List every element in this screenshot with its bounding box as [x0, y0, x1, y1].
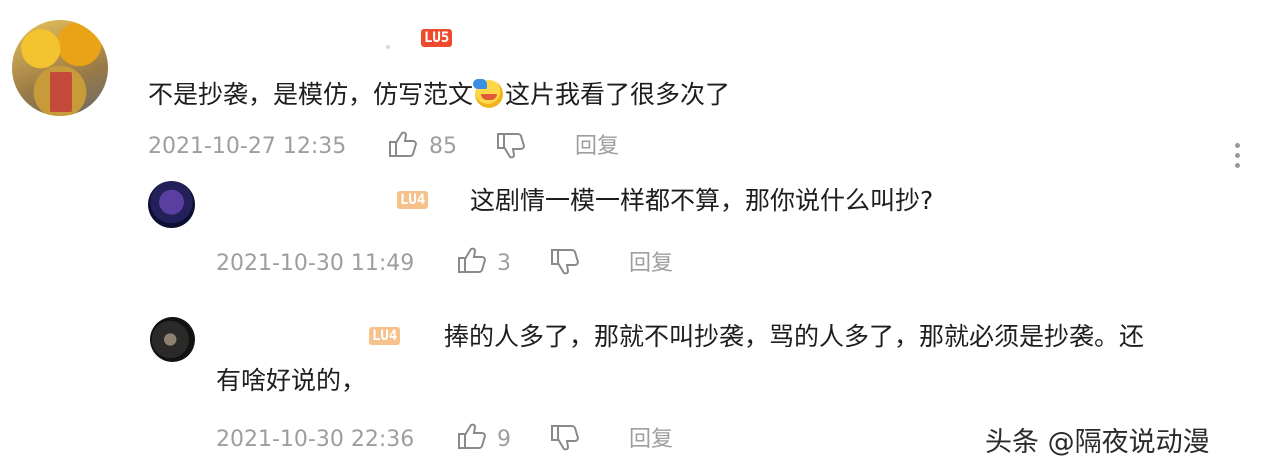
like-count: 3 — [497, 251, 511, 276]
reply-date: 2021-10-30 11:49 — [216, 251, 415, 276]
level-badge: LU4 — [369, 327, 401, 345]
reply-button[interactable]: 回复 — [629, 427, 673, 453]
level-badge: LU5 — [421, 29, 453, 47]
comment-date: 2021-10-27 12:35 — [148, 134, 347, 159]
comment-text: 不是抄袭，是模仿，仿写范文 这片我看了很多次了 — [148, 74, 730, 116]
like-count: 9 — [497, 427, 511, 452]
thumbs-up-icon[interactable] — [457, 246, 487, 274]
thumbs-up-icon[interactable] — [388, 130, 418, 158]
reply-avatar[interactable] — [148, 181, 195, 228]
thumbs-down-icon[interactable] — [550, 248, 580, 276]
more-vertical-icon[interactable] — [1233, 143, 1243, 173]
reply-text-line2: 有啥好说的， — [216, 366, 367, 395]
username-placeholder — [386, 45, 390, 49]
thumbs-down-icon[interactable] — [550, 424, 580, 452]
comment-text-part1: 不是抄袭，是模仿，仿写范文 — [148, 80, 474, 109]
thumbs-down-icon[interactable] — [496, 132, 526, 160]
level-badge: LU4 — [397, 191, 429, 209]
reply-text: 这剧情一模一样都不算，那你说什么叫抄? — [470, 186, 934, 215]
like-count: 85 — [429, 134, 457, 159]
reply-avatar[interactable] — [150, 317, 195, 362]
reply-button[interactable]: 回复 — [575, 134, 619, 160]
reply-text-line1: 捧的人多了，那就不叫抄袭，骂的人多了，那就必须是抄袭。还 — [444, 322, 1145, 351]
comment-text-part2: 这片我看了很多次了 — [505, 80, 731, 109]
reply-date: 2021-10-30 22:36 — [216, 427, 415, 452]
reply-button[interactable]: 回复 — [629, 251, 673, 277]
laughing-emoji-icon — [473, 79, 504, 108]
commenter-avatar[interactable] — [12, 20, 108, 116]
thumbs-up-icon[interactable] — [457, 422, 487, 450]
watermark: 头条 @隔夜说动漫 — [985, 427, 1210, 458]
